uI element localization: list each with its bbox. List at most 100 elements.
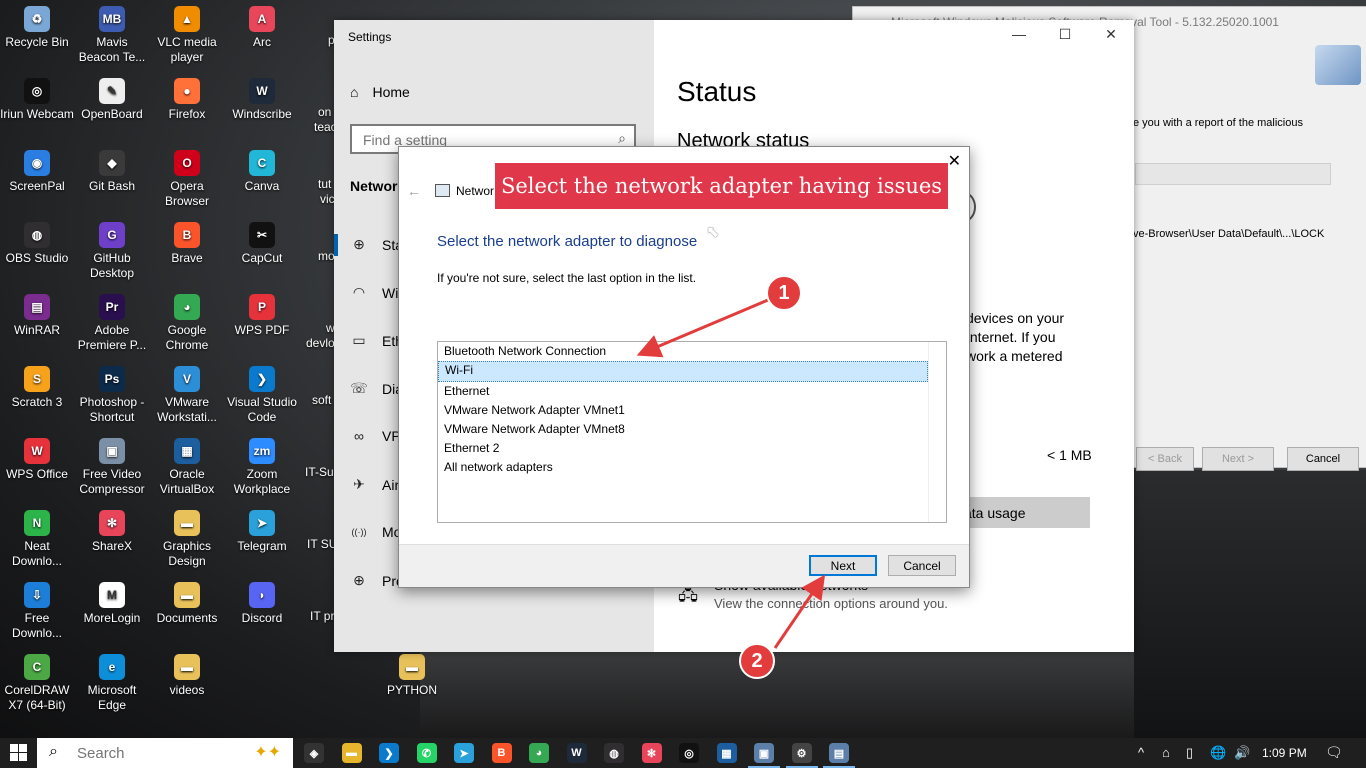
- adapter-list-item[interactable]: VMware Network Adapter VMnet8: [438, 420, 946, 439]
- back-arrow-icon[interactable]: ←: [407, 183, 421, 199]
- desktop-icon[interactable]: ▦ Oracle VirtualBox: [150, 438, 224, 497]
- brave-taskbar-icon[interactable]: B: [491, 743, 512, 763]
- desktop-icon[interactable]: e Microsoft Edge: [75, 654, 149, 713]
- desktop-icon[interactable]: ◍ OBS Studio: [0, 222, 74, 266]
- msrt-cancel-button[interactable]: Cancel: [1287, 447, 1359, 471]
- desktop-icon[interactable]: ▬ videos: [150, 654, 224, 698]
- notifications-icon[interactable]: 🗨: [1325, 744, 1343, 761]
- settings-nav-item[interactable]: ⊕ Sta: [350, 236, 403, 253]
- language-globe-icon[interactable]: 🌐: [1210, 745, 1226, 761]
- desktop-icon[interactable]: zm Zoom Workplace: [225, 438, 299, 497]
- settings-taskbar-icon[interactable]: ⚙: [791, 743, 812, 763]
- desktop-icon[interactable]: ▣ Free Video Compressor: [75, 438, 149, 497]
- taskbar-search-box[interactable]: ⌕ ✦✦: [37, 738, 293, 768]
- cancel-button[interactable]: Cancel: [888, 555, 956, 576]
- desktop-partial-label[interactable]: soft: [312, 393, 331, 408]
- settings-nav-item[interactable]: ☏ Dia: [350, 380, 403, 397]
- settings-nav-item[interactable]: ∞ VP: [350, 428, 401, 444]
- desktop-icon[interactable]: ◎ Iriun Webcam: [0, 78, 74, 122]
- file-explorer-icon[interactable]: ▬: [341, 743, 362, 763]
- network-icon[interactable]: ⌂: [1162, 745, 1170, 760]
- start-button[interactable]: [10, 744, 28, 762]
- next-button[interactable]: Next: [809, 555, 877, 576]
- desktop-partial-label[interactable]: on: [318, 105, 331, 120]
- desktop-icon[interactable]: ✂ CapCut: [225, 222, 299, 266]
- desktop-icon[interactable]: Ps Photoshop - Shortcut: [75, 366, 149, 425]
- virtualbox-taskbar-icon[interactable]: ▦: [716, 743, 737, 763]
- adapter-list-item[interactable]: Ethernet 2: [438, 439, 946, 458]
- msrt-back-button[interactable]: < Back: [1136, 447, 1194, 471]
- data-usage-button[interactable]: ata usage: [958, 497, 1090, 528]
- desktop-icon[interactable]: ▲ VLC media player: [150, 6, 224, 65]
- adapter-list-item[interactable]: VMware Network Adapter VMnet1: [438, 401, 946, 420]
- settings-nav-item[interactable]: ◠ Wi: [350, 284, 398, 301]
- desktop-partial-label[interactable]: IT SU: [307, 537, 337, 552]
- maximize-icon[interactable]: ☐: [1050, 26, 1080, 46]
- desktop-icon[interactable]: M MoreLogin: [75, 582, 149, 626]
- desktop-icon[interactable]: G GitHub Desktop: [75, 222, 149, 281]
- show-hidden-icons-icon[interactable]: ^: [1138, 745, 1144, 760]
- desktop-icon[interactable]: W Windscribe: [225, 78, 299, 122]
- desktop-partial-label[interactable]: mo: [318, 249, 335, 264]
- desktop-icon[interactable]: ➤ Telegram: [225, 510, 299, 554]
- desktop-partial-label[interactable]: IT pr: [310, 609, 334, 624]
- adapter-list-item[interactable]: Bluetooth Network Connection: [438, 342, 946, 361]
- desktop-icon[interactable]: S Scratch 3: [0, 366, 74, 410]
- desktop-icon[interactable]: P WPS PDF: [225, 294, 299, 338]
- listbox-scrollbar[interactable]: [928, 342, 946, 522]
- dialog-close-icon[interactable]: ✕: [948, 151, 961, 171]
- settings-nav-item[interactable]: ⊕ Pro: [350, 572, 404, 589]
- desktop-icon[interactable]: ✎ OpenBoard: [75, 78, 149, 122]
- desktop-icon[interactable]: ✻ ShareX: [75, 510, 149, 554]
- desktop-icon[interactable]: ▬ Documents: [150, 582, 224, 626]
- settings-nav-item[interactable]: ((·)) Mo: [350, 524, 402, 540]
- whatsapp-icon[interactable]: ✆: [416, 743, 437, 763]
- telegram-taskbar-icon[interactable]: ➤: [454, 743, 474, 763]
- desktop-partial-label[interactable]: IT-Su: [305, 465, 334, 480]
- desktop-icon[interactable]: ♻ Recycle Bin: [0, 6, 74, 50]
- close-icon[interactable]: ✕: [1096, 26, 1126, 46]
- desktop-icon[interactable]: B Brave: [150, 222, 224, 266]
- desktop-icon[interactable]: ◆ Git Bash: [75, 150, 149, 194]
- desktop-icon[interactable]: ▬ PYTHON: [375, 654, 449, 698]
- adapter-list-item[interactable]: Ethernet: [438, 382, 946, 401]
- desktop-icon[interactable]: MB Mavis Beacon Te...: [75, 6, 149, 65]
- volume-icon[interactable]: 🔊: [1234, 745, 1250, 761]
- desktop-icon[interactable]: V VMware Workstati...: [150, 366, 224, 425]
- network-diagnostics-taskbar-icon[interactable]: ▤: [829, 743, 849, 763]
- desktop-icon[interactable]: C Canva: [225, 150, 299, 194]
- taskbar-search-input[interactable]: [75, 743, 229, 763]
- settings-nav-item[interactable]: ✈ Air: [350, 476, 399, 493]
- adapter-list-item[interactable]: All network adapters: [438, 458, 946, 477]
- chrome-taskbar-icon[interactable]: ◕: [529, 743, 549, 763]
- desktop-icon[interactable]: N Neat Downlo...: [0, 510, 74, 569]
- desktop-icon[interactable]: C CorelDRAW X7 (64-Bit): [0, 654, 74, 713]
- desktop-icon[interactable]: W WPS Office: [0, 438, 74, 482]
- sharex-taskbar-icon[interactable]: ✻: [641, 743, 662, 763]
- desktop-icon[interactable]: ❯ Visual Studio Code: [225, 366, 299, 425]
- home-nav-item[interactable]: ⌂ Home: [350, 84, 410, 100]
- minimize-icon[interactable]: —: [1004, 26, 1034, 46]
- msrt-taskbar-icon[interactable]: ▣: [754, 743, 774, 763]
- desktop-icon[interactable]: A Arc: [225, 6, 299, 50]
- desktop-icon[interactable]: Pr Adobe Premiere P...: [75, 294, 149, 353]
- adapter-list-item[interactable]: Wi-Fi: [438, 361, 928, 382]
- desktop-icon[interactable]: ⇩ Free Downlo...: [0, 582, 74, 641]
- desktop-icon[interactable]: ▤ WinRAR: [0, 294, 74, 338]
- msrt-next-button[interactable]: Next >: [1202, 447, 1274, 471]
- vscode-taskbar-icon[interactable]: ❯: [379, 743, 399, 763]
- desktop-icon[interactable]: O Opera Browser: [150, 150, 224, 209]
- windscribe-taskbar-icon[interactable]: W: [566, 743, 587, 763]
- desktop-partial-label[interactable]: devlo: [306, 336, 335, 351]
- taskbar-pinned-app-icon[interactable]: ◈: [304, 743, 324, 763]
- desktop-icon[interactable]: ▬ Graphics Design: [150, 510, 224, 569]
- network-diagnostics-dialog[interactable]: ✕ ← Networ Select the network adapter to…: [398, 146, 970, 588]
- settings-nav-item[interactable]: ▭ Eth: [350, 332, 403, 349]
- taskbar-clock[interactable]: 1:09 PM: [1262, 746, 1307, 760]
- iriun-taskbar-icon[interactable]: ◎: [679, 743, 699, 763]
- desktop-icon[interactable]: ◗ Discord: [225, 582, 299, 626]
- desktop-icon[interactable]: ● Firefox: [150, 78, 224, 122]
- desktop-partial-label[interactable]: vic: [320, 192, 335, 207]
- battery-icon[interactable]: ▯: [1186, 745, 1193, 761]
- adapter-listbox[interactable]: Bluetooth Network Connection Wi-Fi Etherne…: [437, 341, 947, 523]
